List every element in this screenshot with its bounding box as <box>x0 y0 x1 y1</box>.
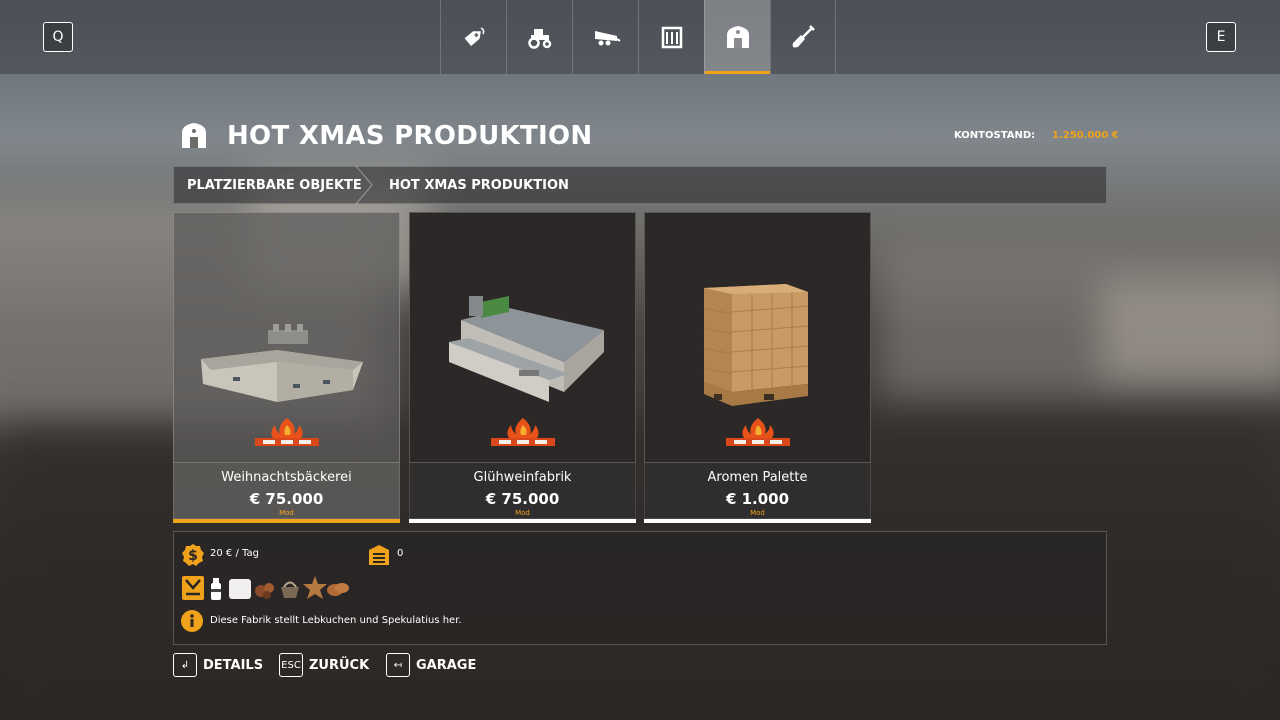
product-name: Glühweinfabrik <box>473 470 572 485</box>
details-label: DETAILS <box>203 657 264 673</box>
tab-tools[interactable] <box>572 0 638 74</box>
product-price: € 75.000 <box>249 490 324 508</box>
price-tag-icon <box>464 27 484 46</box>
product-card-mulled-wine-factory[interactable]: Glühweinfabrik € 75.000 Mod <box>409 212 636 523</box>
tractor-icon <box>527 29 551 49</box>
breadcrumb-item-category[interactable]: HOT XMAS PRODUKTION <box>389 178 569 193</box>
category-tabs <box>440 0 836 74</box>
garage-button[interactable]: ↤ GARAGE <box>386 653 476 677</box>
product-description: Diese Fabrik stellt Lebkuchen und Spekul… <box>210 615 462 626</box>
garage-label: GARAGE <box>416 657 477 673</box>
tab-buildings[interactable] <box>638 0 704 74</box>
product-price: € 75.000 <box>485 490 560 508</box>
shovel-icon <box>792 25 815 48</box>
silo-icon <box>661 26 682 49</box>
info-icon <box>181 610 203 632</box>
hot-logo-image <box>491 418 555 446</box>
selection-bar <box>644 519 871 523</box>
backspace-key-icon: ↤ <box>386 653 410 677</box>
back-button[interactable]: ESC ZURÜCK <box>279 653 369 677</box>
spice-icon <box>255 583 274 599</box>
product-name: Weihnachtsbäckerei <box>221 470 352 485</box>
balance-value: 1.250.000 € <box>1052 130 1119 141</box>
barn-icon <box>726 26 749 48</box>
flour-sack-icon <box>229 579 251 599</box>
hot-logo-image <box>726 418 790 446</box>
star-cookie-icon <box>303 576 327 599</box>
basket-icon <box>281 581 299 598</box>
mod-badge: Mod <box>515 509 530 517</box>
mod-badge: Mod <box>279 509 294 517</box>
next-category-key[interactable]: E <box>1206 22 1236 52</box>
breadcrumb: PLATZIERBARE OBJEKTE HOT XMAS PRODUKTION <box>173 166 1107 204</box>
product-name: Aromen Palette <box>707 470 808 485</box>
daily-cost: 20 € / Tag <box>210 548 259 559</box>
gingerbread-icon <box>327 583 349 596</box>
prev-category-key[interactable]: Q <box>43 22 73 52</box>
esc-key-icon: ESC <box>279 653 303 677</box>
trailer-icon <box>594 31 621 46</box>
tab-placeables[interactable] <box>704 0 770 74</box>
enter-key-icon: ↲ <box>173 653 197 677</box>
factory-input-icon <box>182 576 204 600</box>
balance-label: KONTOSTAND: <box>954 130 1036 141</box>
selection-bar <box>409 519 636 523</box>
top-menu-bar: Q E <box>0 0 1280 75</box>
tab-vehicles[interactable] <box>506 0 572 74</box>
product-price: € 1.000 <box>725 490 790 508</box>
tab-landscaping[interactable] <box>770 0 836 74</box>
details-button[interactable]: ↲ DETAILS <box>173 653 263 677</box>
cost-per-day-icon: $ <box>182 544 204 566</box>
back-label: ZURÜCK <box>309 657 370 673</box>
product-card-bakery[interactable]: Weihnachtsbäckerei € 75.000 Mod <box>173 212 400 523</box>
barn-icon <box>182 123 206 148</box>
mod-badge: Mod <box>750 509 765 517</box>
tab-shop[interactable] <box>440 0 506 74</box>
storage-capacity: 0 <box>397 548 404 559</box>
breadcrumb-item-placeables[interactable]: PLATZIERBARE OBJEKTE <box>187 178 362 193</box>
chevron-right-icon <box>355 166 373 204</box>
page-title: HOT XMAS PRODUKTION <box>227 121 593 151</box>
svg-text:$: $ <box>188 548 198 564</box>
bottle-icon <box>211 578 221 600</box>
hot-logo-image <box>255 418 319 446</box>
selection-bar <box>173 519 400 523</box>
product-card-aroma-pallet[interactable]: Aromen Palette € 1.000 Mod <box>644 212 871 523</box>
storage-icon <box>369 545 389 565</box>
details-panel: $ 20 € / Tag 0 Diese Fabrik stellt Lebku… <box>173 531 1107 645</box>
